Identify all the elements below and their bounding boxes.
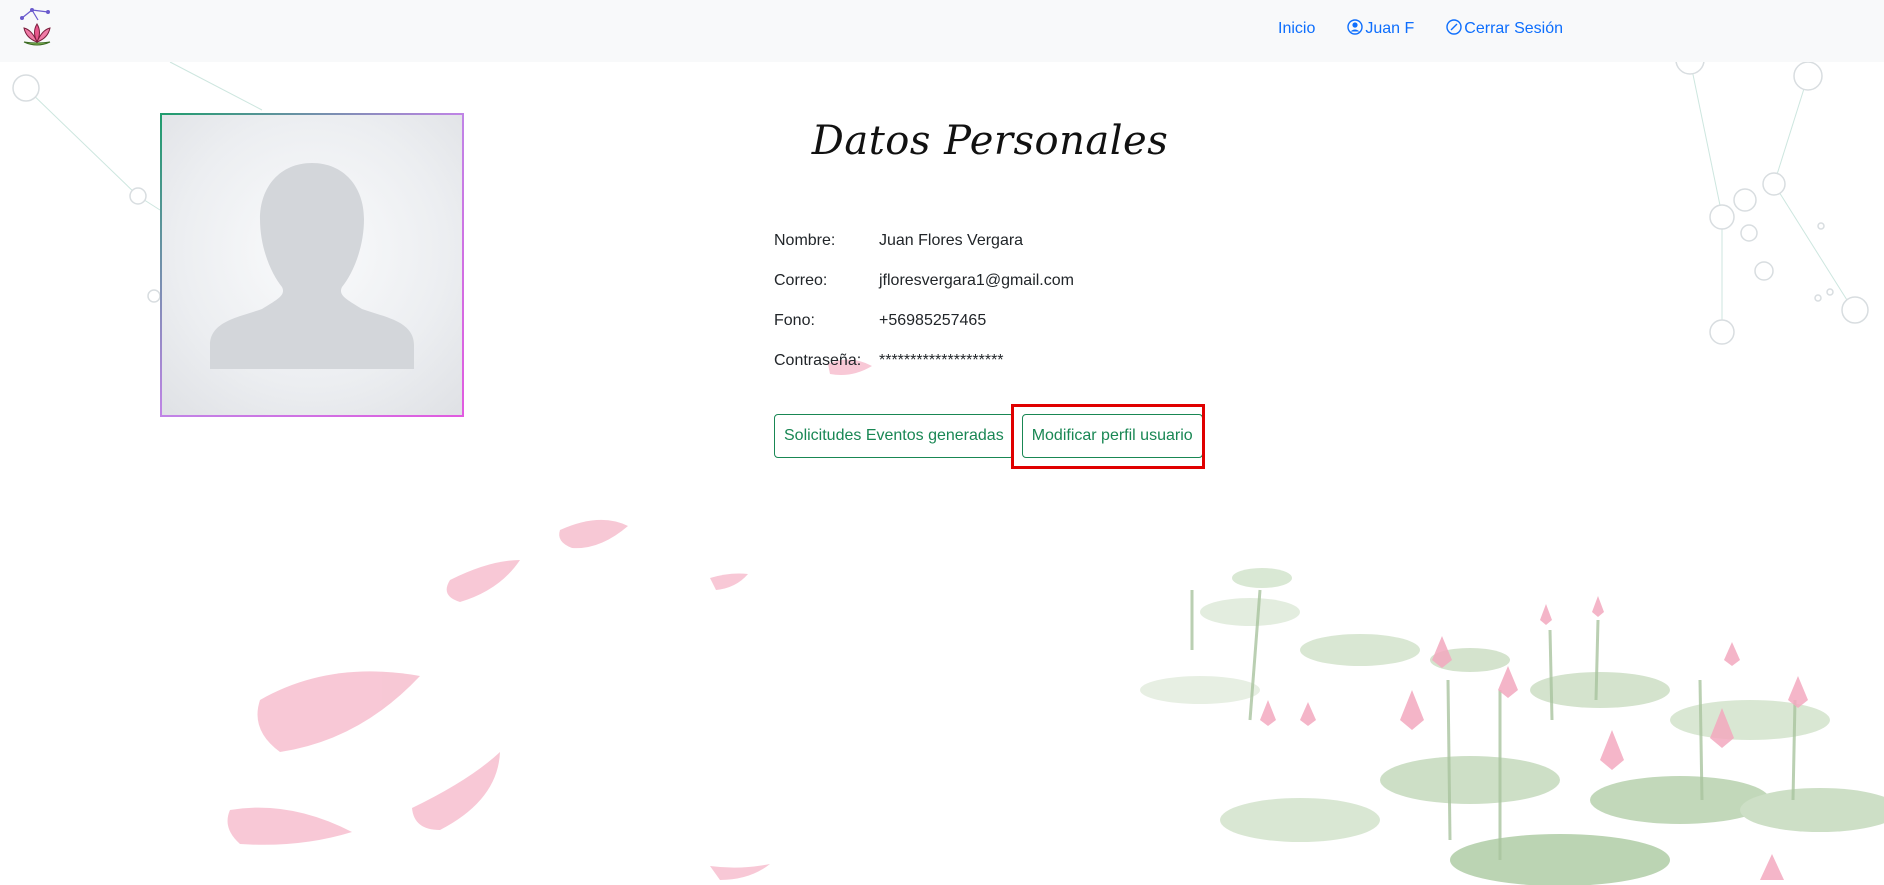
phone-label: Fono: <box>774 312 815 329</box>
nav-link-user[interactable]: Juan F <box>1347 18 1415 40</box>
user-placeholder-icon <box>210 163 414 369</box>
nav-link-inicio[interactable]: Inicio <box>1278 20 1315 38</box>
highlight-box <box>1011 404 1205 469</box>
event-requests-button[interactable]: Solicitudes Eventos generadas <box>774 414 1014 458</box>
email-label: Correo: <box>774 272 828 289</box>
field-row-password: Contraseña: ******************** <box>774 352 1074 392</box>
field-row-phone: Fono: +56985257465 <box>774 312 1074 352</box>
phone-value: +56985257465 <box>879 312 987 329</box>
password-value: ******************** <box>879 352 1004 369</box>
email-value: jfloresvergara1@gmail.com <box>879 272 1074 289</box>
nav-link-inicio-label: Inicio <box>1278 20 1316 37</box>
lotus-logo-icon[interactable] <box>18 6 56 48</box>
user-circle-icon <box>1347 18 1365 40</box>
nav-link-user-label: Juan F <box>1365 20 1415 37</box>
page-title: Datos Personales <box>811 118 1169 164</box>
profile-avatar <box>160 113 464 417</box>
password-label: Contraseña: <box>774 352 862 369</box>
logout-circle-slash-icon <box>1446 18 1464 40</box>
nav-link-logout-label: Cerrar Sesión <box>1464 20 1563 37</box>
field-row-name: Nombre: Juan Flores Vergara <box>774 232 1074 272</box>
nav-link-logout[interactable]: Cerrar Sesión <box>1446 18 1563 40</box>
field-row-email: Correo: jfloresvergara1@gmail.com <box>774 272 1074 312</box>
personal-data-list: Nombre: Juan Flores Vergara Correo: jflo… <box>774 232 1074 392</box>
name-label: Nombre: <box>774 232 836 249</box>
name-value: Juan Flores Vergara <box>879 232 1024 249</box>
top-navbar: Inicio Juan F Cerrar Sesión <box>0 0 1884 62</box>
nav-links: Inicio Juan F Cerrar Sesión <box>1278 18 1595 40</box>
